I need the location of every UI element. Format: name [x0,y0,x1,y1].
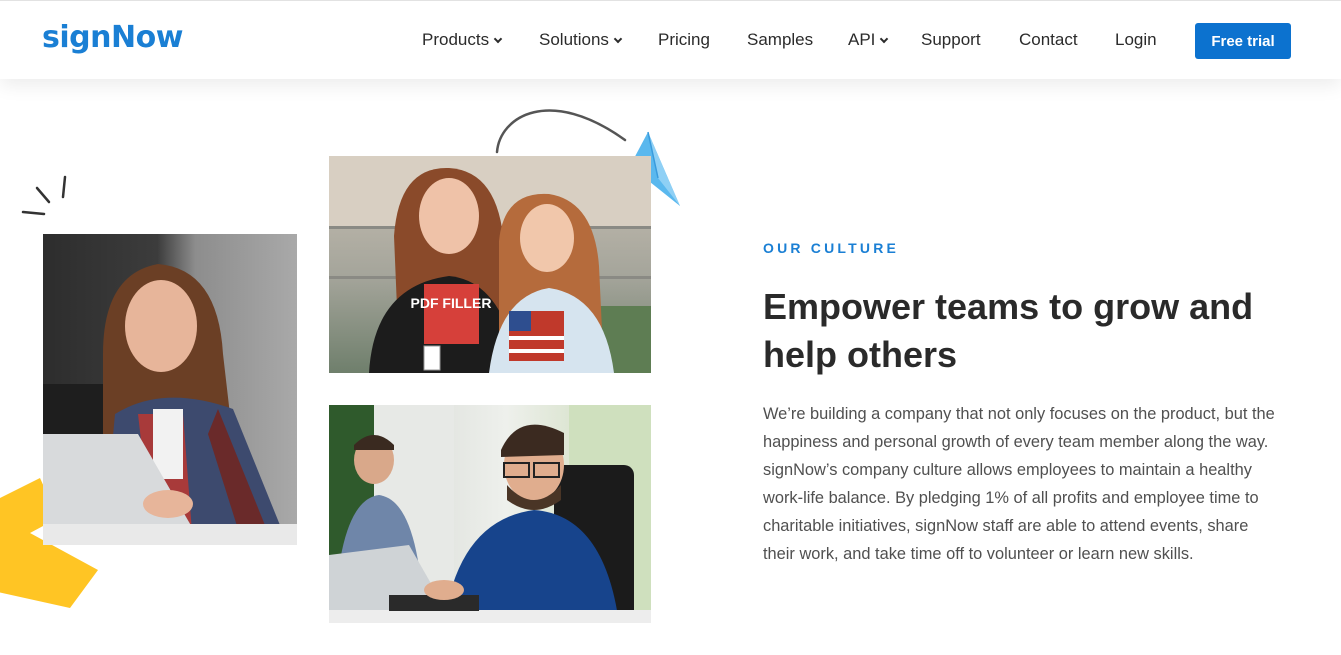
nav-solutions[interactable]: Solutions [539,30,623,50]
nav-contact[interactable]: Contact [1019,30,1078,50]
nav-products-label: Products [422,30,490,49]
nav-api[interactable]: API [848,30,889,50]
chevron-down-icon [880,34,889,43]
site-header: signNow Products Solutions Pricing Sampl… [0,0,1341,79]
signnow-logo[interactable]: signNow [42,20,183,55]
nav-solutions-label: Solutions [539,30,609,49]
tshirt-text: PDF FILLER [411,295,492,311]
photo-woman-laptop [43,234,297,545]
nav-support-label: Support [921,30,981,49]
nav-pricing[interactable]: Pricing [658,30,710,50]
section-headline: Empower teams to grow and help others [763,286,1254,375]
chevron-down-icon [613,34,623,43]
nav-pricing-label: Pricing [658,30,710,49]
nav-login[interactable]: Login [1115,30,1157,50]
nav-login-label: Login [1115,30,1157,49]
nav-samples-label: Samples [747,30,814,49]
section-eyebrow: OUR CULTURE [763,240,900,256]
curved-arrow-line [495,109,627,154]
photo-men-working [329,405,651,623]
photo-two-women: PDF FILLER [329,156,651,373]
nav-api-label: API [848,30,876,49]
nav-contact-label: Contact [1019,30,1078,49]
chevron-down-icon [493,34,503,43]
nav-samples[interactable]: Samples [747,30,813,50]
section-body: We’re building a company that not only f… [763,405,1275,563]
nav-products[interactable]: Products [422,30,503,50]
free-trial-button[interactable]: Free trial [1195,23,1291,59]
nav-support[interactable]: Support [921,30,981,50]
sparkle-lines-icon [21,175,67,216]
